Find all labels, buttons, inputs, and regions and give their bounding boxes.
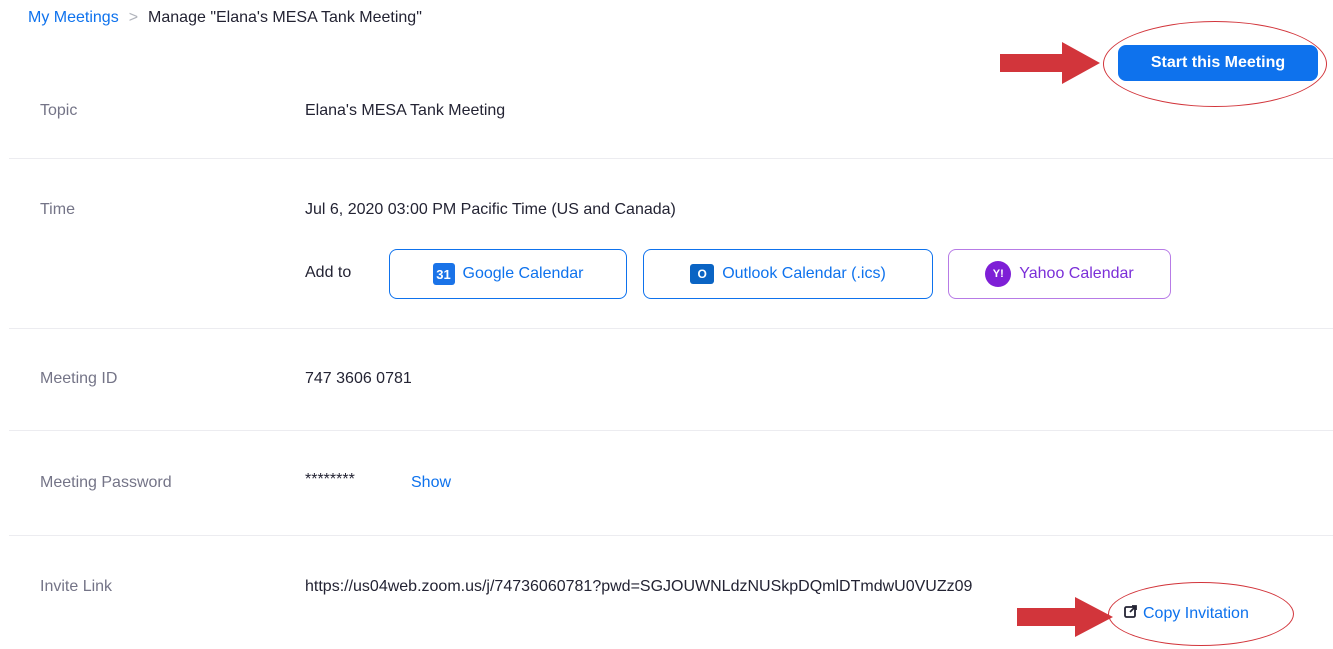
row-divider (9, 158, 1333, 159)
google-calendar-button[interactable]: 31 Google Calendar (389, 249, 627, 299)
outlook-calendar-icon: O (690, 264, 715, 284)
outlook-calendar-button[interactable]: O Outlook Calendar (.ics) (643, 249, 933, 299)
copy-invitation-label: Copy Invitation (1143, 604, 1249, 622)
time-label: Time (40, 201, 75, 218)
start-button-arrow-annotation (1000, 42, 1100, 84)
invite-link-label: Invite Link (40, 578, 113, 595)
meeting-password-label: Meeting Password (40, 474, 172, 491)
add-to-label: Add to (305, 264, 352, 281)
google-calendar-icon: 31 (432, 263, 455, 285)
row-divider (9, 328, 1333, 329)
show-password-link[interactable]: Show (411, 474, 451, 492)
topic-value: Elana's MESA Tank Meeting (305, 102, 506, 119)
breadcrumb-my-meetings-link[interactable]: My Meetings (28, 9, 119, 26)
copy-invitation-arrow-annotation (1017, 597, 1113, 637)
copy-invitation-link[interactable]: Copy Invitation (1124, 604, 1249, 623)
meeting-id-value: 747 3606 0781 (305, 370, 412, 387)
row-divider (9, 535, 1333, 536)
row-divider (9, 430, 1333, 431)
meeting-password-value: ******** (305, 471, 355, 488)
invite-link-value[interactable]: https://us04web.zoom.us/j/74736060781?pw… (305, 578, 972, 596)
google-calendar-label: Google Calendar (462, 265, 584, 282)
breadcrumb-separator: > (128, 9, 139, 26)
outlook-calendar-label: Outlook Calendar (.ics) (722, 265, 886, 282)
meeting-id-label: Meeting ID (40, 370, 118, 387)
yahoo-calendar-icon: Y! (985, 261, 1012, 287)
topic-label: Topic (40, 102, 78, 119)
start-meeting-button[interactable]: Start this Meeting (1118, 45, 1318, 81)
time-value: Jul 6, 2020 03:00 PM Pacific Time (US an… (305, 201, 676, 218)
breadcrumb-current-page: Manage "Elana's MESA Tank Meeting" (148, 9, 422, 26)
breadcrumb: My Meetings > Manage "Elana's MESA Tank Me… (28, 9, 422, 27)
copy-share-icon (1124, 604, 1138, 623)
yahoo-calendar-label: Yahoo Calendar (1019, 265, 1134, 282)
yahoo-calendar-button[interactable]: Y! Yahoo Calendar (948, 249, 1171, 299)
